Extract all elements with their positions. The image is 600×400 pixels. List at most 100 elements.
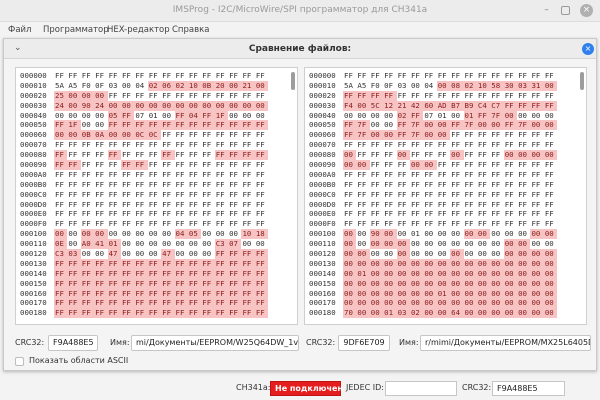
hex-byte[interactable]: FF <box>477 140 490 150</box>
hex-byte-diff[interactable]: 00 <box>201 100 215 111</box>
hex-byte[interactable]: 00 <box>215 229 228 239</box>
hex-byte-diff[interactable]: FF <box>80 298 95 309</box>
hex-byte[interactable]: 00 <box>530 111 543 121</box>
hex-byte[interactable]: FF <box>437 180 450 190</box>
hex-byte-diff[interactable]: FF <box>67 288 81 299</box>
hex-byte[interactable]: FF <box>450 130 463 140</box>
hex-byte-diff[interactable]: 03 <box>67 249 81 259</box>
hex-byte[interactable]: FF <box>81 200 94 210</box>
hex-byte-diff[interactable]: FF <box>120 258 135 269</box>
hex-byte[interactable]: FF <box>175 209 188 219</box>
hex-byte[interactable]: FF <box>134 150 147 160</box>
hex-byte[interactable]: FF <box>188 71 201 81</box>
hex-byte-diff[interactable]: FF <box>107 258 121 269</box>
hex-byte[interactable]: 00 <box>81 111 94 121</box>
hex-byte[interactable]: FF <box>437 209 450 219</box>
hex-byte-diff[interactable]: 41 <box>94 239 108 250</box>
hex-byte-diff[interactable]: 00 <box>67 130 81 141</box>
hex-byte[interactable]: FF <box>450 200 463 210</box>
hex-byte-diff[interactable]: FF <box>241 278 255 289</box>
hex-byte-diff[interactable]: FF <box>228 249 242 259</box>
hex-byte[interactable]: FF <box>464 140 477 150</box>
hex-byte[interactable]: FF <box>175 150 188 160</box>
hex-byte-diff[interactable]: 7F <box>517 120 531 131</box>
hex-byte-diff[interactable]: FF <box>161 298 175 309</box>
hex-byte-diff[interactable]: FF <box>161 308 175 319</box>
hex-byte-diff[interactable]: FF <box>147 278 162 289</box>
hex-byte-diff[interactable]: 00 <box>369 278 384 289</box>
hex-byte[interactable]: 00 <box>356 229 369 239</box>
hex-byte-diff[interactable]: FF <box>80 288 95 299</box>
hex-byte-diff[interactable]: FF <box>67 278 81 289</box>
hex-byte[interactable]: FF <box>544 180 557 190</box>
hex-view-left[interactable]: 000000 FF FF FF FF FF FF FF FF FF FF FF F… <box>15 67 298 325</box>
hex-byte-diff[interactable]: 00 <box>396 288 410 299</box>
hex-byte[interactable]: FF <box>464 130 477 140</box>
hex-byte[interactable]: FF <box>477 150 490 160</box>
hex-byte[interactable]: 00 <box>67 111 80 121</box>
hex-byte-diff[interactable]: 00 <box>490 298 504 309</box>
hex-byte-diff[interactable]: 00 <box>543 298 558 309</box>
hex-byte[interactable]: FF <box>343 71 356 81</box>
hex-byte-diff[interactable]: 00 <box>409 160 424 170</box>
hex-byte-diff[interactable]: 31 <box>530 80 544 91</box>
hex-byte[interactable]: FF <box>410 200 423 210</box>
hex-byte-diff[interactable]: FF <box>228 258 242 269</box>
hex-byte[interactable]: FF <box>241 140 254 150</box>
hex-byte[interactable]: FF <box>504 170 517 180</box>
hex-byte[interactable]: FF <box>161 209 174 219</box>
hex-byte[interactable]: FF <box>410 140 423 150</box>
menu-file[interactable]: Файл <box>8 25 31 35</box>
hex-byte[interactable]: FF <box>517 190 530 200</box>
hex-byte-diff[interactable]: 00 <box>383 239 397 250</box>
hex-byte-diff[interactable]: FF <box>120 288 135 299</box>
hex-byte[interactable]: FF <box>477 71 490 81</box>
hex-byte-diff[interactable]: 00 <box>436 268 451 279</box>
hex-byte-diff[interactable]: 10 <box>187 80 202 91</box>
hex-byte[interactable]: FF <box>94 170 107 180</box>
hex-byte[interactable]: FF <box>450 91 463 101</box>
hex-byte[interactable]: FF <box>410 150 423 160</box>
hex-byte[interactable]: FF <box>530 190 543 200</box>
hex-byte-diff[interactable]: 7F <box>356 130 370 141</box>
hex-byte[interactable]: 00 <box>201 229 214 239</box>
hex-byte[interactable]: FF <box>437 91 450 101</box>
hex-byte[interactable]: FF <box>383 209 396 219</box>
hex-byte[interactable]: FF <box>530 200 543 210</box>
hex-byte[interactable]: FF <box>517 219 530 229</box>
hex-byte[interactable]: FF <box>383 170 396 180</box>
hex-byte[interactable]: 01 <box>410 229 423 239</box>
hex-byte-diff[interactable]: 06 <box>161 80 175 91</box>
hex-byte[interactable]: FF <box>67 219 80 229</box>
hex-byte[interactable]: FF <box>94 190 107 200</box>
hex-byte[interactable]: FF <box>175 140 188 150</box>
hex-byte[interactable]: FF <box>108 209 121 219</box>
hex-byte-diff[interactable]: 00 <box>409 288 424 299</box>
hex-byte[interactable]: 00 <box>255 239 268 249</box>
hex-byte[interactable]: FF <box>343 170 356 180</box>
hex-byte[interactable]: FF <box>530 170 543 180</box>
hex-byte[interactable]: A5 <box>356 81 369 91</box>
hex-byte-diff[interactable]: FF <box>147 120 162 131</box>
hex-byte[interactable]: FF <box>504 190 517 200</box>
menu-hex-editor[interactable]: HEX-редактор <box>107 25 170 35</box>
hex-byte[interactable]: FF <box>544 160 557 170</box>
hex-byte-diff[interactable]: 00 <box>107 100 121 111</box>
hex-byte[interactable]: FF <box>201 150 214 160</box>
hex-byte[interactable]: FF <box>94 200 107 210</box>
hex-byte[interactable]: FF <box>215 130 228 140</box>
hex-byte[interactable]: 00 <box>490 249 503 259</box>
hex-byte-diff[interactable]: FF <box>343 90 357 101</box>
hex-byte-diff[interactable]: FF <box>54 268 68 279</box>
hex-byte[interactable]: 00 <box>530 239 543 249</box>
hex-byte[interactable]: 00 <box>517 111 530 121</box>
hex-byte-diff[interactable]: 00 <box>517 288 531 299</box>
hex-byte[interactable]: FF <box>437 71 450 81</box>
hex-byte[interactable]: FF <box>67 71 80 81</box>
hex-byte-diff[interactable]: 0B <box>80 130 95 141</box>
hex-byte-diff[interactable]: FF <box>450 120 464 131</box>
hex-byte[interactable]: FF <box>228 91 241 101</box>
hex-byte-diff[interactable]: 00 <box>356 298 370 309</box>
hex-view-right[interactable]: 000000 FF FF FF FF FF FF FF FF FF FF FF F… <box>304 67 587 325</box>
hex-byte[interactable]: FF <box>188 170 201 180</box>
